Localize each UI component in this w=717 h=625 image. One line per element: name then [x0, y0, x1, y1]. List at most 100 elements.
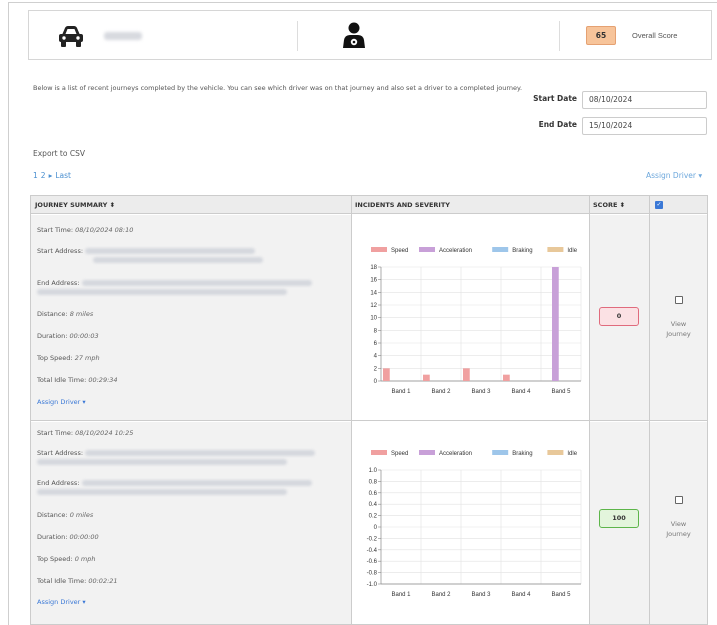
view-cell [650, 215, 707, 420]
bar [423, 374, 430, 381]
start-date-input[interactable]: 08/10/2024 [582, 91, 707, 109]
incidents-chart: Speed Acceleration Braking Idle 0 2 4 6 8 10 12 14 1… [370, 247, 582, 395]
x-tick-label: Band 3 [471, 389, 491, 395]
start-address-redacted [37, 458, 287, 466]
bar [463, 368, 470, 381]
end-address-field: End Address: [37, 479, 312, 487]
overall-score-label: Overall Score [632, 31, 678, 40]
y-tick-label: 4 [374, 354, 378, 360]
table-row: Start Time: 08/10/2024 10:25 Start Addre… [31, 422, 707, 625]
select-all-checkbox[interactable]: ✓ [655, 201, 663, 209]
y-tick-label: 1.0 [369, 468, 378, 474]
view-journey-link[interactable]: View Journey [650, 519, 707, 539]
bar [552, 267, 559, 381]
journey-score-badge: 100 [599, 509, 639, 528]
end-date-input[interactable]: 15/10/2024 [582, 117, 707, 135]
y-tick-label: -0.8 [367, 571, 378, 577]
bar [383, 368, 390, 381]
y-tick-label: 14 [370, 290, 377, 296]
duration-field: Duration: 00:00:03 [37, 332, 99, 340]
y-tick-label: -0.2 [367, 536, 378, 542]
y-tick-label: 2 [374, 366, 378, 372]
assign-driver-link[interactable]: Assign Driver ▾ [37, 398, 86, 406]
y-tick-label: -0.4 [367, 548, 378, 554]
header-incidents: INCIDENTS AND SEVERITY [355, 201, 450, 209]
end-address-redacted [37, 288, 287, 296]
start-address-field: Start Address: [37, 247, 256, 255]
start-time-field: Start Time: 08/10/2024 08:10 [37, 226, 134, 234]
y-tick-label: -1.0 [367, 582, 378, 588]
journey-checkbox[interactable] [675, 496, 683, 504]
legend-label: Acceleration [439, 451, 472, 457]
legend-swatch [492, 247, 509, 252]
y-tick-label: 16 [370, 278, 377, 284]
x-tick-label: Band 5 [551, 389, 571, 395]
y-tick-label: 0 [374, 525, 378, 531]
x-tick-label: Band 1 [391, 592, 411, 598]
pagination: 1 2 ▸ Last [33, 171, 74, 180]
legend-swatch [419, 450, 435, 455]
column-divider [589, 196, 590, 624]
legend-swatch [371, 450, 387, 455]
panel-divider [297, 21, 298, 51]
legend-label: Speed [391, 451, 408, 457]
car-icon [59, 26, 83, 47]
journey-checkbox[interactable] [675, 296, 683, 304]
y-tick-label: 8 [374, 328, 378, 334]
duration-field: Duration: 00:00:00 [37, 533, 99, 541]
x-tick-label: Band 2 [431, 592, 451, 598]
overall-score-badge: 65 [586, 26, 616, 45]
y-tick-label: 0.2 [369, 514, 378, 520]
legend-label: Braking [512, 451, 532, 457]
column-divider [351, 196, 352, 624]
distance-field: Distance: 8 miles [37, 310, 94, 318]
header-score[interactable]: SCORE ⬍ [589, 196, 649, 214]
panel-divider [559, 21, 560, 51]
legend-swatch [371, 247, 387, 252]
start-address-field: Start Address: [37, 449, 316, 457]
next-page-icon[interactable]: ▸ [49, 171, 53, 180]
legend-label: Acceleration [439, 248, 472, 254]
header-journey-summary[interactable]: JOURNEY SUMMARY ⬍ [31, 196, 351, 214]
end-address-redacted [37, 488, 287, 496]
x-tick-label: Band 4 [511, 389, 531, 395]
legend-swatch [492, 450, 509, 455]
top-speed-field: Top Speed: 0 mph [37, 555, 96, 563]
vehicle-panel: 65 Overall Score [28, 10, 712, 60]
last-page-link[interactable]: Last [55, 171, 71, 180]
legend-swatch [547, 450, 564, 455]
start-address-redacted [93, 256, 263, 264]
y-tick-label: 18 [370, 265, 377, 271]
distance-field: Distance: 0 miles [37, 511, 94, 519]
start-time-field: Start Time: 08/10/2024 10:25 [37, 429, 134, 437]
x-tick-label: Band 5 [551, 592, 571, 598]
assign-driver-dropdown[interactable]: Assign Driver ▾ [646, 171, 702, 180]
page-1-link[interactable]: 1 [33, 171, 38, 180]
journeys-description: Below is a list of recent journeys compl… [33, 84, 523, 92]
y-tick-label: -0.6 [367, 559, 378, 565]
export-csv-link[interactable]: Export to CSV [33, 149, 85, 158]
vehicle-registration-redacted [104, 32, 142, 40]
end-address-field: End Address: [37, 279, 312, 287]
legend-swatch [547, 247, 564, 252]
idle-time-field: Total Idle Time: 00:02:21 [37, 577, 118, 585]
legend-label: Idle [567, 451, 577, 457]
view-journey-link[interactable]: View Journey [650, 319, 707, 339]
page-2-link[interactable]: 2 [41, 171, 46, 180]
start-date-label: Start Date [533, 94, 577, 103]
table-row: Start Time: 08/10/2024 08:10 Start Addre… [31, 215, 707, 421]
top-speed-field: Top Speed: 27 mph [37, 354, 100, 362]
x-tick-label: Band 4 [511, 592, 531, 598]
idle-time-field: Total Idle Time: 00:29:34 [37, 376, 118, 384]
x-tick-label: Band 1 [391, 389, 411, 395]
bar [503, 374, 510, 381]
y-tick-label: 0.8 [369, 479, 378, 485]
table-header: JOURNEY SUMMARY ⬍ INCIDENTS AND SEVERITY… [31, 196, 707, 214]
x-tick-label: Band 2 [431, 389, 451, 395]
y-tick-label: 12 [370, 303, 377, 309]
journey-score-badge: 0 [599, 307, 639, 326]
y-tick-label: 0.6 [369, 491, 378, 497]
assign-driver-link[interactable]: Assign Driver ▾ [37, 598, 86, 606]
legend-label: Braking [512, 248, 532, 254]
end-date-label: End Date [538, 120, 577, 129]
